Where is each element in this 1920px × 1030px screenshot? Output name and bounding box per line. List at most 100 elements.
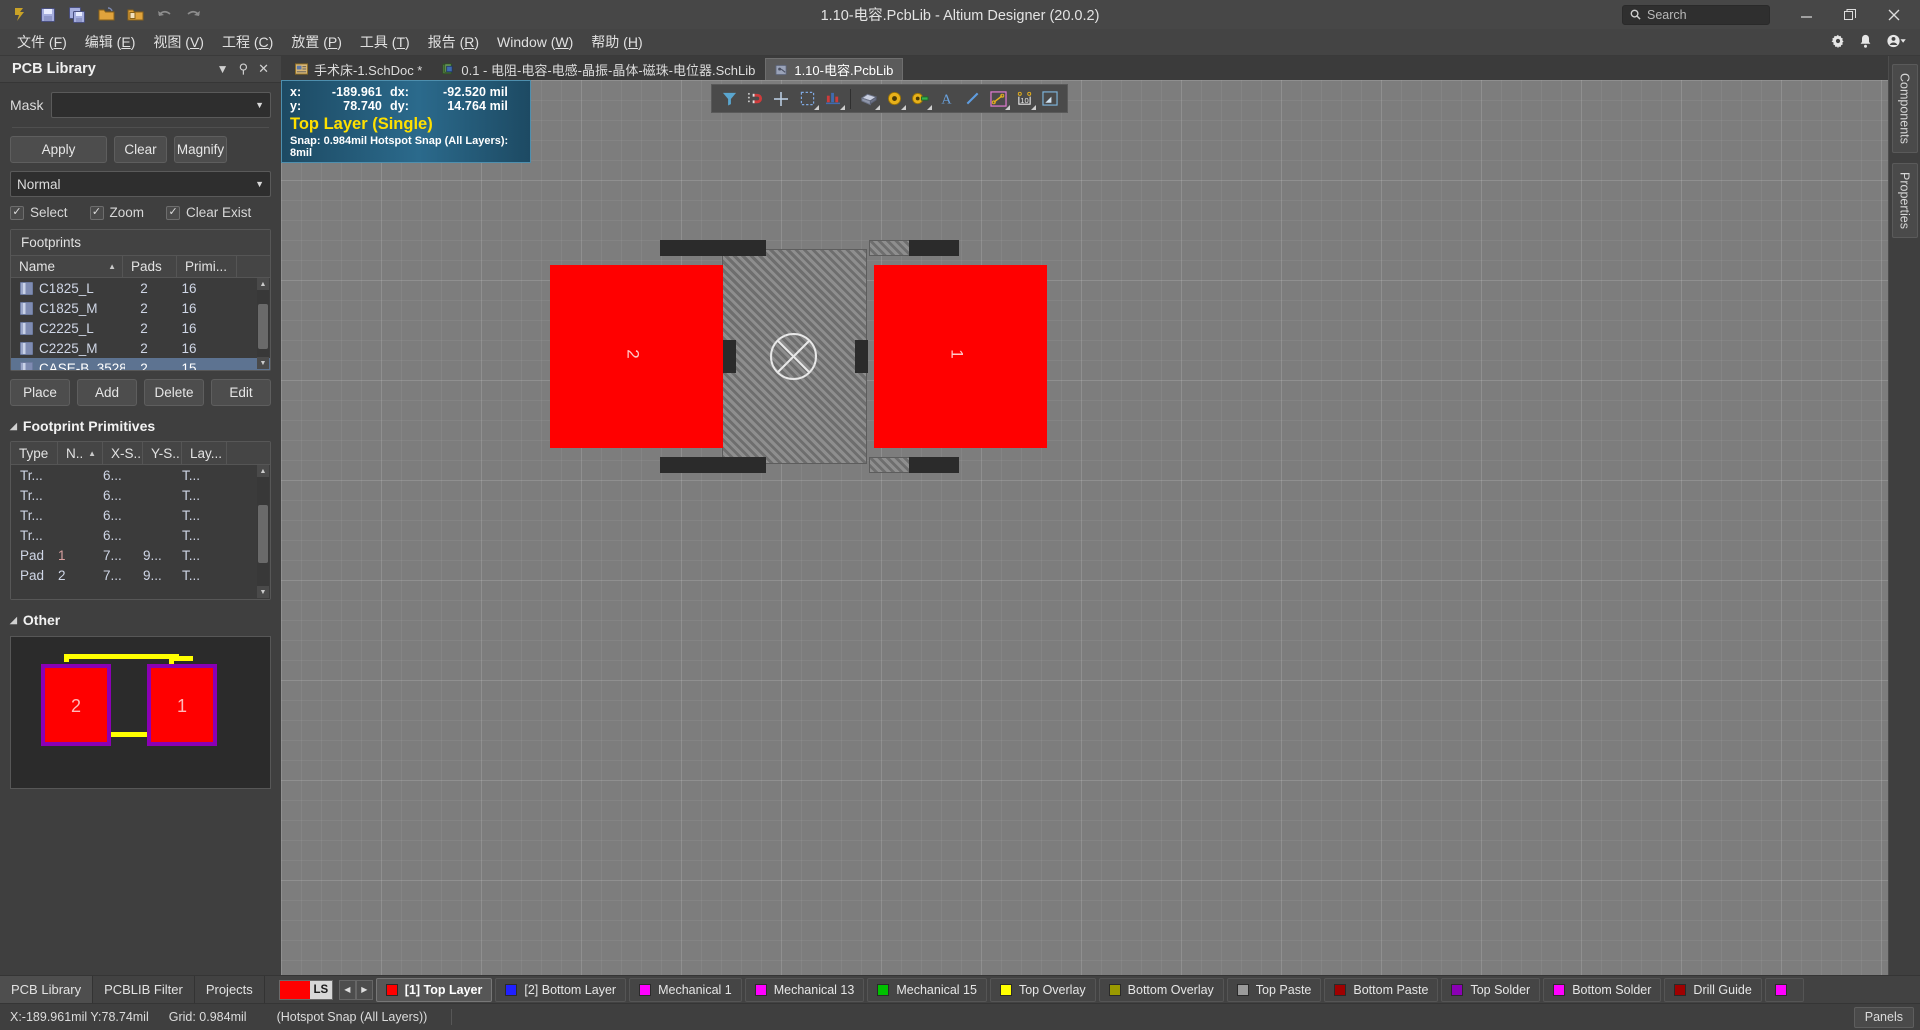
- text-icon[interactable]: A: [933, 86, 959, 111]
- panel-tab-pcb-library[interactable]: PCB Library: [0, 976, 93, 1004]
- layer-tab-drill-guide[interactable]: Drill Guide: [1664, 978, 1761, 1002]
- mask-input[interactable]: ▼: [51, 92, 271, 118]
- scroll-thumb[interactable]: [258, 304, 268, 349]
- column-header-name[interactable]: Name▲: [11, 255, 123, 278]
- undo-icon[interactable]: [151, 3, 177, 27]
- layer-tab-top-layer[interactable]: [1] Top Layer: [376, 978, 493, 1002]
- table-row[interactable]: Tr... 6... T...: [11, 465, 270, 485]
- layer-tab-top-overlay[interactable]: Top Overlay: [990, 978, 1096, 1002]
- table-row[interactable]: Pad 2 7... 9... T...: [11, 565, 270, 585]
- footprint-primitives-section[interactable]: ◢ Footprint Primitives: [10, 418, 271, 434]
- pad-2[interactable]: 2: [550, 265, 723, 448]
- layer-tab-top-solder[interactable]: Top Solder: [1441, 978, 1540, 1002]
- crosshair-icon[interactable]: [768, 86, 794, 111]
- menu-window[interactable]: Window (W): [488, 31, 582, 53]
- table-row-selected[interactable]: CASE-B_3528 2 15: [11, 358, 270, 370]
- open-icon[interactable]: [93, 3, 119, 27]
- layer-tab-bottom-paste[interactable]: Bottom Paste: [1324, 978, 1438, 1002]
- table-row[interactable]: C2225_M 2 16: [11, 338, 270, 358]
- layer-tab-bottom-layer[interactable]: [2] Bottom Layer: [495, 978, 626, 1002]
- close-button[interactable]: [1872, 0, 1916, 29]
- table-row[interactable]: Tr... 6... T...: [11, 485, 270, 505]
- menu-reports[interactable]: 报告 (R): [419, 29, 488, 55]
- layer-prev-button[interactable]: ◀: [339, 980, 356, 1000]
- dock-tab-properties[interactable]: Properties: [1892, 163, 1918, 238]
- menu-project[interactable]: 工程 (C): [213, 29, 282, 55]
- coordinate-icon[interactable]: 10: [1011, 86, 1037, 111]
- chevron-down-icon[interactable]: ▼: [217, 62, 229, 76]
- dock-tab-components[interactable]: Components: [1892, 64, 1918, 153]
- minimize-button[interactable]: [1784, 0, 1828, 29]
- via-icon[interactable]: [881, 86, 907, 111]
- menu-view[interactable]: 视图 (V): [144, 29, 213, 55]
- menu-help[interactable]: 帮助 (H): [582, 29, 651, 55]
- magnify-button[interactable]: Magnify: [174, 136, 227, 163]
- table-row[interactable]: C2225_L 2 16: [11, 318, 270, 338]
- column-header-n[interactable]: N..▲: [58, 442, 103, 465]
- layer-tab-more[interactable]: [1765, 978, 1804, 1002]
- menu-place[interactable]: 放置 (P): [282, 29, 351, 55]
- save-icon[interactable]: [35, 3, 61, 27]
- polygon-icon[interactable]: [1037, 86, 1063, 111]
- table-row[interactable]: C1825_M 2 16: [11, 298, 270, 318]
- scroll-up-arrow[interactable]: ▲: [257, 278, 269, 290]
- scroll-down-arrow[interactable]: ▼: [257, 586, 269, 598]
- layer-next-button[interactable]: ▶: [356, 980, 373, 1000]
- line-icon[interactable]: [959, 86, 985, 111]
- filter-icon[interactable]: [716, 86, 742, 111]
- column-header-primitives[interactable]: Primi...: [177, 255, 237, 278]
- select-checkbox[interactable]: ✓: [10, 206, 24, 220]
- layer-tab-mechanical-1[interactable]: Mechanical 1: [629, 978, 742, 1002]
- altium-logo-icon[interactable]: [6, 3, 32, 27]
- pcb-canvas[interactable]: x: -189.961 dx: -92.520 mil y: 78.740 dy…: [281, 80, 1888, 975]
- component-icon[interactable]: [855, 86, 881, 111]
- apply-button[interactable]: Apply: [10, 136, 107, 163]
- panel-tab-projects[interactable]: Projects: [195, 976, 265, 1004]
- menu-file[interactable]: 文件 (F): [8, 29, 76, 55]
- other-section[interactable]: ◢ Other: [10, 612, 271, 628]
- scroll-down-arrow[interactable]: ▼: [257, 357, 269, 369]
- scroll-thumb[interactable]: [258, 505, 268, 563]
- zoom-checkbox[interactable]: ✓: [90, 206, 104, 220]
- measure-icon[interactable]: [820, 86, 846, 111]
- column-header-xsize[interactable]: X-S...: [103, 442, 143, 465]
- magnet-snap-icon[interactable]: [742, 86, 768, 111]
- redo-icon[interactable]: [180, 3, 206, 27]
- add-button[interactable]: Add: [77, 379, 137, 406]
- open-project-icon[interactable]: [122, 3, 148, 27]
- clear-button[interactable]: Clear: [114, 136, 167, 163]
- layer-tab-top-paste[interactable]: Top Paste: [1227, 978, 1322, 1002]
- delete-button[interactable]: Delete: [144, 379, 204, 406]
- layer-tab-bottom-solder[interactable]: Bottom Solder: [1543, 978, 1661, 1002]
- menu-tools[interactable]: 工具 (T): [351, 29, 419, 55]
- gear-icon[interactable]: [1831, 34, 1845, 51]
- save-all-icon[interactable]: [64, 3, 90, 27]
- restore-button[interactable]: [1828, 0, 1872, 29]
- pin-icon[interactable]: ⚲: [239, 61, 249, 77]
- layer-tab-mechanical-13[interactable]: Mechanical 13: [745, 978, 865, 1002]
- table-row[interactable]: Tr... 6... T...: [11, 505, 270, 525]
- column-header-layer[interactable]: Lay...: [182, 442, 227, 465]
- column-header-type[interactable]: Type: [11, 442, 58, 465]
- select-area-icon[interactable]: [794, 86, 820, 111]
- menu-edit[interactable]: 编辑 (E): [76, 29, 145, 55]
- table-row[interactable]: C1825_L 2 16: [11, 278, 270, 298]
- column-header-pads[interactable]: Pads: [123, 255, 177, 278]
- pad-2[interactable]: 2: [41, 664, 111, 746]
- column-header-ysize[interactable]: Y-S...: [143, 442, 182, 465]
- tab-schdoc[interactable]: 手术床-1.SchDoc *: [285, 58, 432, 80]
- layer-tab-bottom-overlay[interactable]: Bottom Overlay: [1099, 978, 1224, 1002]
- search-input[interactable]: Search: [1622, 5, 1770, 25]
- edit-button[interactable]: Edit: [211, 379, 271, 406]
- layer-tab-mechanical-15[interactable]: Mechanical 15: [867, 978, 987, 1002]
- footprint-preview[interactable]: 2 1: [10, 636, 271, 789]
- pad-1[interactable]: 1: [147, 664, 217, 746]
- panel-tab-pcblib-filter[interactable]: PCBLIB Filter: [93, 976, 195, 1004]
- table-row[interactable]: Tr... 6... T...: [11, 525, 270, 545]
- clear-exist-checkbox[interactable]: ✓: [166, 206, 180, 220]
- bell-icon[interactable]: [1859, 34, 1872, 51]
- scroll-up-arrow[interactable]: ▲: [257, 465, 269, 477]
- primitives-scrollbar[interactable]: ▲ ▼: [257, 465, 269, 598]
- footprints-scrollbar[interactable]: ▲ ▼: [257, 278, 269, 369]
- panels-button[interactable]: Panels: [1854, 1007, 1914, 1028]
